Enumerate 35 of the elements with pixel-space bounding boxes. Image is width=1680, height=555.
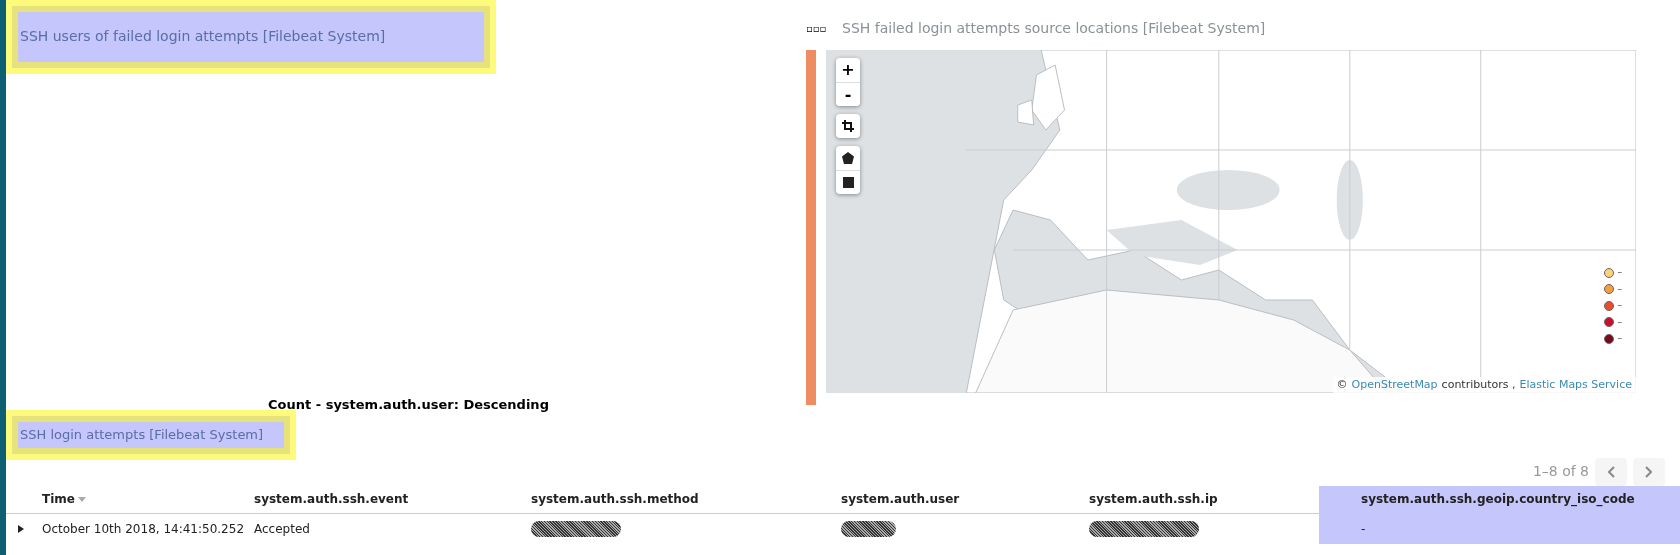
previous-page-button[interactable] [1595, 457, 1627, 486]
pagination-text: 1–8 of 8 [1532, 462, 1589, 481]
zoom-in-button[interactable]: + [836, 58, 860, 82]
legend-label: – [1617, 282, 1622, 296]
legend-label: – [1617, 315, 1622, 329]
crop-icon[interactable] [836, 114, 860, 138]
panel-title: SSH users of failed login attempts [Filebeat System] [18, 12, 484, 62]
caret-icon [18, 524, 24, 533]
legend-label: – [1617, 332, 1622, 345]
redaction-scribble [841, 520, 896, 537]
attribution-text: © [1336, 376, 1348, 393]
panel-title: SSH failed login attempts source locations [Filebeat System] [842, 20, 1266, 36]
sort-label: Count - system.auth.user: Descending [268, 397, 549, 412]
panel-menu[interactable]: ▫▫▫ [806, 20, 842, 36]
table-cell-text: October 10th 2018, 14:41:50.252 [42, 520, 244, 538]
zoom-out-button[interactable]: - [836, 82, 860, 106]
table-cell-text: - [1361, 520, 1366, 538]
attribution-link[interactable]: Elastic Maps Service [1519, 376, 1632, 393]
column-header[interactable]: system.auth.ssh.ip [1089, 485, 1319, 513]
legend-label: – [1617, 299, 1622, 312]
column-header[interactable]: system.auth.ssh.method [531, 485, 841, 513]
table-cell-text: Accepted [254, 520, 310, 538]
chevron-right-icon [1645, 465, 1653, 478]
column-header[interactable]: Time [42, 485, 254, 513]
legend-label: – [1617, 266, 1622, 279]
column-header[interactable]: system.auth.user [841, 485, 1089, 513]
chevron-left-icon [1607, 465, 1615, 478]
attribution-text: contributors , [1441, 376, 1516, 393]
column-header[interactable]: system.auth.ssh.event [254, 485, 531, 513]
column-header[interactable]: system.auth.ssh.geoip.country_iso_code [1319, 485, 1680, 513]
attribution-link[interactable]: OpenStreetMap [1351, 376, 1438, 393]
next-page-button[interactable] [1633, 457, 1665, 486]
map-view[interactable]: + - – – – – – © OpenStreetMap contributors , Elastic Maps Service [826, 50, 1636, 393]
sort-caret-icon [77, 496, 86, 502]
panel-title: SSH login attempts [Filebeat System] [18, 422, 284, 448]
